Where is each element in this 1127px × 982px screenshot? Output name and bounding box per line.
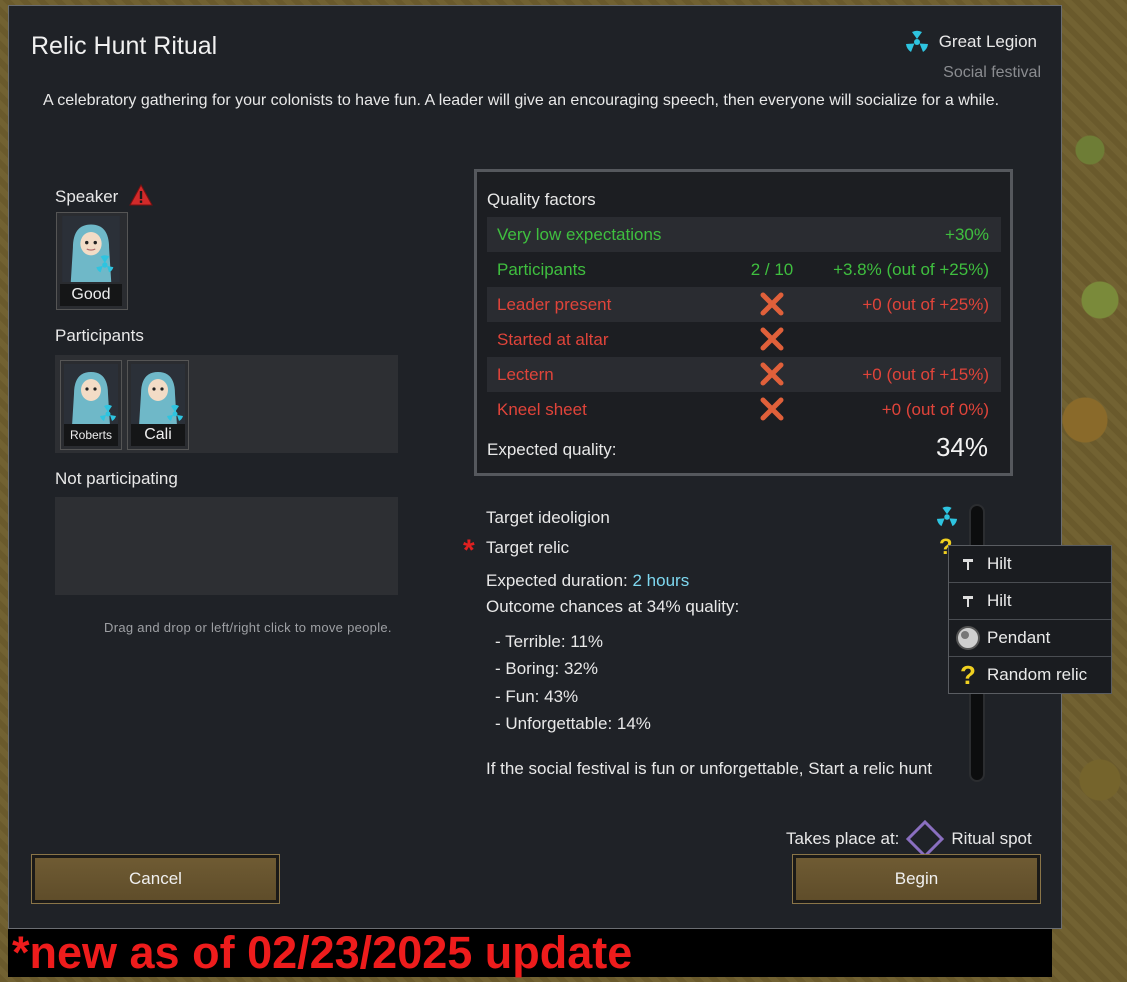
update-banner: *new as of 02/23/2025 update <box>8 929 1052 977</box>
hilt-icon <box>949 557 987 571</box>
quality-row-label: Kneel sheet <box>497 400 587 419</box>
quality-row-label: Very low expectations <box>497 225 662 244</box>
quality-row: Started at altar <box>487 322 1001 357</box>
ideoligion-indicator[interactable]: Great Legion <box>905 30 1037 54</box>
quality-row: Participants 2 / 10 +3.8% (out of +25%) <box>487 252 1001 287</box>
participants-label: Participants <box>55 326 144 345</box>
participant-name: Roberts <box>64 424 118 446</box>
quality-row: Leader present +0 (out of +25%) <box>487 287 1001 322</box>
ritual-dialog: Relic Hunt Ritual Great Legion Social fe… <box>8 5 1062 929</box>
quality-factors-title: Quality factors <box>487 190 596 209</box>
cross-icon <box>749 322 795 357</box>
pendant-icon <box>949 625 987 651</box>
quality-row: Kneel sheet +0 (out of 0%) <box>487 392 1001 427</box>
hilt-icon <box>949 594 987 608</box>
dialog-title: Relic Hunt Ritual <box>31 32 218 60</box>
speaker-pawn[interactable]: Good <box>56 212 128 310</box>
not-participating-label: Not participating <box>55 469 178 488</box>
relic-option[interactable]: Hilt <box>949 583 1111 620</box>
quality-row-count: 2 / 10 <box>750 260 794 279</box>
expected-duration-label: Expected duration: <box>486 571 628 590</box>
speaker-name: Good <box>60 284 122 306</box>
begin-button[interactable]: Begin <box>792 854 1041 904</box>
relic-option[interactable]: Pendant <box>949 620 1111 657</box>
expected-quality-value: 34% <box>935 432 988 462</box>
cancel-button[interactable]: Cancel <box>31 854 280 904</box>
expected-duration-value: 2 hours <box>632 571 690 590</box>
drag-hint: Drag and drop or left/right click to mov… <box>104 620 392 635</box>
required-marker: * <box>463 534 475 567</box>
quality-row-label: Participants <box>497 260 586 279</box>
speaker-section: Speaker <box>55 183 153 207</box>
quality-row-value: +0 (out of 0%) <box>881 400 989 419</box>
ritual-location[interactable]: Takes place at: Ritual spot <box>786 819 1032 859</box>
relic-option-label: Hilt <box>987 554 1012 573</box>
cross-icon <box>749 287 795 322</box>
pawn-portrait-icon <box>62 216 120 282</box>
cross-icon <box>749 357 795 392</box>
outcome-footer: If the social festival is fun or unforge… <box>486 759 933 778</box>
outcome-chances-label: Outcome chances at 34% quality: <box>486 597 740 616</box>
participant-pawn[interactable]: Roberts <box>60 360 122 450</box>
quality-row-value: +3.8% (out of +25%) <box>833 260 989 279</box>
quality-row: Very low expectations +30% <box>487 217 1001 252</box>
outcome-item: - Fun: 43% <box>495 687 579 706</box>
question-mark-icon: ? <box>960 659 976 690</box>
quality-row-label: Lectern <box>497 365 554 384</box>
ideoligion-symbol-icon <box>905 30 928 52</box>
participant-name: Cali <box>131 424 185 446</box>
relic-dropdown-menu: Hilt Hilt Pendant ? Random relic <box>948 545 1112 694</box>
quality-row-value: +0 (out of +25%) <box>862 295 989 314</box>
update-banner-text: *new as of 02/23/2025 update <box>12 927 633 978</box>
cross-icon <box>749 392 795 427</box>
relic-option-label: Hilt <box>987 591 1012 610</box>
participant-pawn[interactable]: Cali <box>127 360 189 450</box>
expected-duration: Expected duration: 2 hours <box>486 571 689 591</box>
not-participating-dropzone[interactable] <box>55 497 398 595</box>
outcome-item: - Terrible: 11% <box>495 632 604 651</box>
relic-option-label: Random relic <box>987 665 1088 684</box>
quality-row-label: Started at altar <box>497 330 609 349</box>
speaker-label: Speaker <box>55 187 119 206</box>
quality-row-label: Leader present <box>497 295 612 314</box>
ritual-description: A celebratory gathering for your colonis… <box>43 92 1000 109</box>
ideoligion-name: Great Legion <box>938 32 1037 51</box>
relic-option-label: Pendant <box>987 628 1051 647</box>
location-value: Ritual spot <box>951 829 1032 848</box>
outcome-item: - Unforgettable: 14% <box>495 714 651 733</box>
quality-row-value: +0 (out of +15%) <box>862 365 989 384</box>
target-ideoligion-icon[interactable] <box>936 506 958 528</box>
ritual-type: Social festival <box>943 64 1041 81</box>
outcome-item: - Boring: 32% <box>495 659 598 678</box>
warning-triangle-icon[interactable] <box>129 183 153 206</box>
target-relic-label: Target relic <box>486 538 570 557</box>
relic-option[interactable]: Hilt <box>949 546 1111 583</box>
pawn-portrait-icon <box>64 364 118 426</box>
relic-option[interactable]: ? Random relic <box>949 657 1111 693</box>
quality-row-value: +30% <box>945 225 989 244</box>
pawn-portrait-icon <box>131 364 185 426</box>
participants-dropzone[interactable]: Roberts Cali <box>55 355 398 453</box>
ritual-spot-icon <box>906 819 945 859</box>
target-ideoligion-label: Target ideoligion <box>486 508 610 527</box>
location-label: Takes place at: <box>786 829 900 848</box>
quality-row: Lectern +0 (out of +15%) <box>487 357 1001 392</box>
quality-factors-panel: Quality factors Very low expectations +3… <box>474 169 1013 476</box>
expected-quality-label: Expected quality: <box>487 440 617 459</box>
